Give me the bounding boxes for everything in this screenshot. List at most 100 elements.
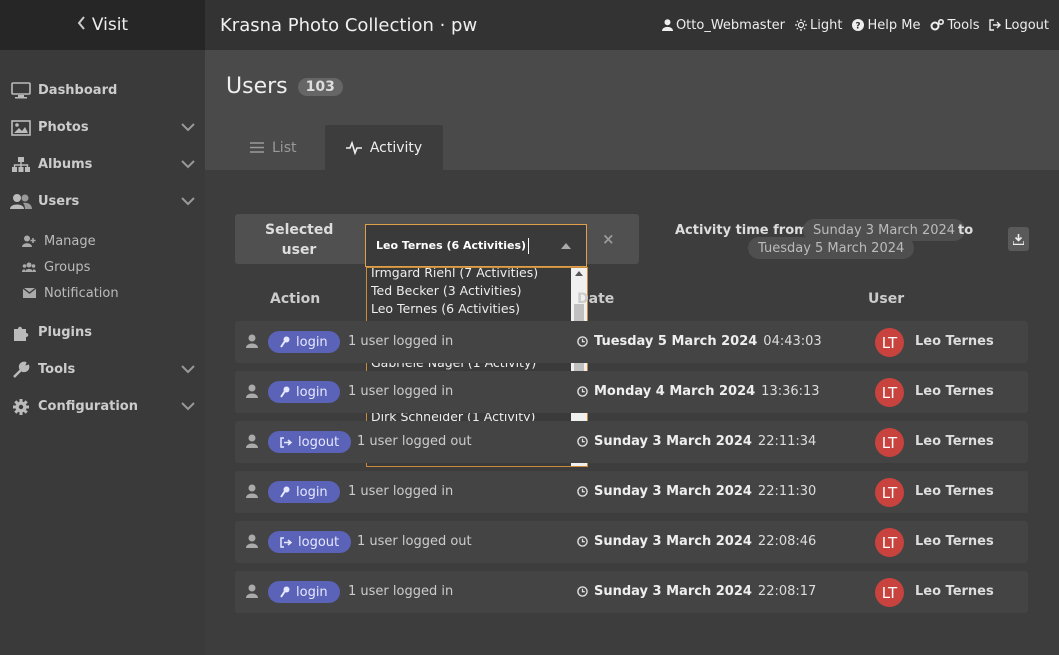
- scroll-up-arrow-icon[interactable]: [575, 271, 583, 276]
- activity-description: 1 user logged out: [357, 434, 472, 449]
- user-select-value: Leo Ternes (6 Activities): [376, 239, 527, 252]
- download-button[interactable]: [1008, 227, 1029, 251]
- sidebar-nav: Dashboard Photos Albums Users Manage Gro…: [0, 50, 205, 425]
- tab-activity[interactable]: Activity: [325, 125, 443, 170]
- activity-date: Sunday 3 March 2024 22:11:34: [577, 434, 816, 449]
- chevron-down-icon: [181, 363, 195, 374]
- clear-selection-button[interactable]: ×: [602, 230, 615, 248]
- tab-list[interactable]: List: [250, 125, 296, 170]
- date-text: Sunday 3 March 2024: [594, 484, 752, 499]
- user-option[interactable]: Irmgard Riehl (7 Activities): [367, 268, 587, 282]
- tools-link[interactable]: Tools: [930, 18, 979, 33]
- sidebar-item-albums[interactable]: Albums: [0, 146, 205, 183]
- action-badge[interactable]: logout: [268, 431, 352, 453]
- key-icon: [280, 586, 290, 598]
- key-icon: [280, 336, 290, 348]
- app-title: Krasna Photo Collection · pw: [220, 14, 478, 36]
- avatar[interactable]: LT: [875, 528, 904, 557]
- sidebar-item-label: Dashboard: [38, 83, 118, 98]
- table-row: login 1 user logged in Sunday 3 March 2024…: [235, 571, 1028, 613]
- action-badge[interactable]: login: [268, 381, 340, 403]
- sidebar-item-tools[interactable]: Tools: [0, 351, 205, 388]
- user-name-link[interactable]: Leo Ternes: [915, 434, 994, 449]
- user-icon: [246, 534, 258, 552]
- action-badge[interactable]: logout: [268, 531, 352, 553]
- activity-description: 1 user logged in: [348, 384, 454, 399]
- avatar[interactable]: LT: [875, 428, 904, 457]
- time-text: 13:36:13: [761, 384, 820, 399]
- avatar[interactable]: LT: [875, 328, 904, 357]
- user-option[interactable]: Leo Ternes (6 Activities): [367, 300, 587, 318]
- theme-toggle-link[interactable]: Light: [795, 18, 842, 33]
- date-to-pill[interactable]: Tuesday 5 March 2024: [748, 237, 915, 259]
- sidebar-subitem-manage[interactable]: Manage: [0, 228, 205, 254]
- sidebar-item-users[interactable]: Users: [0, 183, 205, 220]
- user-name-link[interactable]: Leo Ternes: [915, 534, 994, 549]
- caret-up-icon: [561, 243, 571, 249]
- page-header: Users 103 List Activity: [205, 50, 1059, 170]
- table-row: logout 1 user logged out Sunday 3 March 20…: [235, 521, 1028, 563]
- user-icon: [246, 484, 258, 502]
- activity-time-label: Activity time from: [675, 223, 808, 238]
- wrench-icon: [10, 361, 32, 379]
- avatar[interactable]: LT: [875, 478, 904, 507]
- visit-button[interactable]: Visit: [0, 0, 205, 50]
- avatar[interactable]: LT: [875, 378, 904, 407]
- tools-label: Tools: [947, 17, 980, 33]
- sidebar: Visit Dashboard Photos Albums Users Mana…: [0, 0, 205, 655]
- date-text: Tuesday 5 March 2024: [594, 334, 758, 349]
- user-icon: [246, 334, 258, 352]
- action-badge[interactable]: login: [268, 581, 340, 603]
- avatar[interactable]: LT: [875, 578, 904, 607]
- sidebar-item-plugins[interactable]: Plugins: [0, 314, 205, 351]
- sidebar-item-label: Users: [38, 194, 80, 209]
- sidebar-item-label: Photos: [38, 120, 89, 135]
- sidebar-subitem-label: Groups: [44, 259, 91, 275]
- user-menu-link[interactable]: Otto_Webmaster: [661, 18, 785, 33]
- sun-icon: [795, 19, 808, 31]
- user-icon: [661, 19, 673, 31]
- user-option[interactable]: Ted Becker (3 Activities): [367, 282, 587, 300]
- action-label: login: [296, 484, 328, 500]
- clock-icon: [577, 386, 588, 397]
- table-row: login 1 user logged in Monday 4 March 2024…: [235, 371, 1028, 413]
- user-name-link[interactable]: Leo Ternes: [915, 484, 994, 499]
- sidebar-subitem-label: Manage: [44, 233, 96, 249]
- action-label: login: [296, 384, 328, 400]
- action-badge[interactable]: login: [268, 331, 340, 353]
- clock-icon: [577, 336, 588, 347]
- user-select[interactable]: Leo Ternes (6 Activities): [365, 224, 587, 267]
- sign-out-icon: [989, 19, 1002, 31]
- text-cursor: [528, 237, 530, 254]
- sidebar-item-label: Tools: [38, 362, 76, 377]
- sidebar-subitem-notification[interactable]: Notification: [0, 280, 205, 306]
- count-badge: 103: [297, 77, 343, 96]
- help-label: Help Me: [867, 17, 921, 33]
- sidebar-subitem-label: Notification: [44, 285, 119, 301]
- activity-date: Sunday 3 March 2024 22:08:46: [577, 534, 816, 549]
- sidebar-item-photos[interactable]: Photos: [0, 109, 205, 146]
- user-name-link[interactable]: Leo Ternes: [915, 334, 994, 349]
- user-plus-icon: [22, 235, 36, 247]
- sign-out-icon: [280, 436, 292, 448]
- help-link[interactable]: ? Help Me: [852, 18, 920, 33]
- users-icon: [10, 193, 32, 211]
- action-badge[interactable]: login: [268, 481, 340, 503]
- list-icon: [250, 142, 264, 153]
- user-icon: [246, 434, 258, 452]
- sitemap-icon: [10, 156, 32, 174]
- image-icon: [10, 119, 32, 137]
- filter-label: Selected user: [265, 222, 334, 258]
- action-label: logout: [298, 434, 340, 450]
- theme-label: Light: [810, 17, 843, 33]
- sidebar-subitem-groups[interactable]: Groups: [0, 254, 205, 280]
- user-name-link[interactable]: Leo Ternes: [915, 384, 994, 399]
- column-header-user: User: [868, 291, 905, 307]
- action-label: login: [296, 584, 328, 600]
- user-name-link[interactable]: Leo Ternes: [915, 584, 994, 599]
- sidebar-item-configuration[interactable]: Configuration: [0, 388, 205, 425]
- date-to-label: to: [958, 223, 974, 238]
- tab-activity-label: Activity: [369, 139, 423, 156]
- sidebar-item-dashboard[interactable]: Dashboard: [0, 72, 205, 109]
- logout-link[interactable]: Logout: [989, 18, 1049, 33]
